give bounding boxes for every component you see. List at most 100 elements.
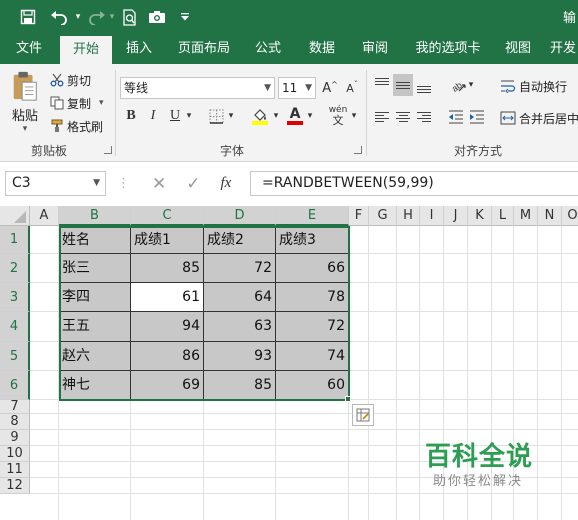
row-header-1[interactable]: 1 [0,226,30,254]
paste-button[interactable]: 粘贴 ▾ [8,70,42,134]
save-icon[interactable] [16,0,40,34]
align-bottom-button[interactable] [414,74,434,96]
table-header-cell[interactable]: 成绩2 [204,226,276,254]
table-cell[interactable]: 86 [131,342,204,371]
formula-input[interactable]: =RANDBETWEEN(59,99) [250,171,578,196]
font-size-select[interactable]: 11 ▼ [278,77,316,99]
column-header-b[interactable]: B [59,206,131,226]
undo-icon[interactable] [46,0,72,34]
tab-my-tab[interactable]: 我的选项卡 [408,34,488,64]
row-header-4[interactable]: 4 [0,312,30,342]
column-header-f[interactable]: F [349,206,369,226]
table-cell[interactable]: 66 [276,254,349,283]
row-header-11[interactable]: 11 [0,462,30,478]
fill-handle[interactable] [345,396,351,402]
phonetic-button[interactable]: wén 文 [326,105,350,127]
wrap-text-button[interactable]: 自动换行 [500,76,567,96]
font-launcher-icon[interactable] [354,146,362,154]
row-header-6[interactable]: 6 [0,371,30,400]
column-header-m[interactable]: M [514,206,538,226]
format-painter-button[interactable]: 格式刷 [50,116,103,136]
table-cell[interactable]: 张三 [59,254,131,283]
orientation-dropdown-icon[interactable]: ▾ [466,74,476,96]
table-header-cell[interactable]: 成绩1 [131,226,204,254]
clipboard-launcher-icon[interactable] [104,146,112,154]
table-cell[interactable]: 72 [276,312,349,342]
table-cell[interactable]: 63 [204,312,276,342]
tab-formulas[interactable]: 公式 [248,34,288,64]
column-header-n[interactable]: N [538,206,562,226]
align-right-button[interactable] [414,106,434,128]
table-cell[interactable]: 69 [131,371,204,400]
table-header-cell[interactable]: 姓名 [59,226,131,254]
align-top-button[interactable] [372,74,392,96]
column-header-e[interactable]: E [276,206,349,226]
table-cell[interactable]: 94 [131,312,204,342]
check-icon[interactable]: ✓ [186,174,200,194]
tab-developer[interactable]: 开发 [550,34,578,64]
row-header-10[interactable]: 10 [0,446,30,462]
increase-font-button[interactable]: A ^ [320,77,340,99]
bold-button[interactable]: B [121,105,141,127]
table-cell[interactable]: 72 [204,254,276,283]
decrease-font-button[interactable]: Aˇ [342,77,362,99]
align-left-button[interactable] [372,106,392,128]
column-header-o[interactable]: O [562,206,578,226]
row-header-7[interactable]: 7 [0,399,30,414]
cancel-icon[interactable]: ✕ [152,174,166,194]
font-color-dropdown-icon[interactable]: ▾ [305,105,315,127]
table-cell[interactable]: 85 [204,371,276,400]
table-cell[interactable]: 74 [276,342,349,371]
column-header-g[interactable]: G [369,206,397,226]
table-header-cell[interactable]: 成绩3 [276,226,349,254]
select-all-corner[interactable] [0,206,30,226]
tab-file[interactable]: 文件 [6,34,52,64]
table-cell[interactable]: 64 [204,283,276,312]
column-header-d[interactable]: D [204,206,276,226]
row-header-2[interactable]: 2 [0,254,30,283]
insert-function-icon[interactable]: fx [221,175,232,192]
tab-view[interactable]: 视图 [498,34,538,64]
phonetic-dropdown-icon[interactable]: ▾ [349,105,359,127]
paste-dropdown-icon[interactable]: ▾ [23,124,28,134]
tab-page-layout[interactable]: 页面布局 [170,34,238,64]
table-cell[interactable]: 93 [204,342,276,371]
cut-button[interactable]: 剪切 [50,70,91,90]
column-header-k[interactable]: K [468,206,492,226]
table-cell[interactable]: 李四 [59,283,131,312]
row-header-3[interactable]: 3 [0,283,30,312]
quick-analysis-button[interactable] [352,404,374,426]
row-header-9[interactable]: 9 [0,430,30,446]
row-header-8[interactable]: 8 [0,414,30,430]
tab-home[interactable]: 开始 [60,36,112,64]
align-middle-button[interactable] [393,74,413,96]
tab-insert[interactable]: 插入 [118,34,160,64]
column-header-i[interactable]: I [420,206,444,226]
undo-dropdown-icon[interactable]: ▾ [72,0,84,34]
print-preview-icon[interactable] [120,0,140,34]
column-header-j[interactable]: J [444,206,468,226]
copy-button[interactable]: 复制 ▾ [50,93,104,113]
row-header-12[interactable]: 12 [0,478,30,494]
merge-center-button[interactable]: 合并后居中 [500,108,578,128]
borders-dropdown-icon[interactable]: ▾ [226,105,236,127]
italic-button[interactable]: I [143,105,163,127]
table-cell[interactable]: 赵六 [59,342,131,371]
align-center-button[interactable] [393,106,413,128]
camera-icon[interactable] [146,0,168,34]
fill-color-dropdown-icon[interactable]: ▾ [271,105,281,127]
table-cell[interactable]: 60 [276,371,349,400]
row-header-5[interactable]: 5 [0,342,30,371]
customize-qat-icon[interactable] [178,0,192,34]
font-color-button[interactable]: A [285,105,305,127]
table-cell[interactable]: 神七 [59,371,131,400]
redo-dropdown-icon[interactable]: ▾ [107,0,117,34]
table-cell[interactable]: 85 [131,254,204,283]
tab-review[interactable]: 审阅 [354,34,396,64]
borders-button[interactable] [206,105,226,127]
column-header-c[interactable]: C [131,206,204,226]
redo-icon[interactable] [86,0,108,34]
underline-button[interactable]: U [165,105,185,127]
font-name-select[interactable]: 等线 ▼ [120,77,275,99]
table-cell[interactable]: 78 [276,283,349,312]
